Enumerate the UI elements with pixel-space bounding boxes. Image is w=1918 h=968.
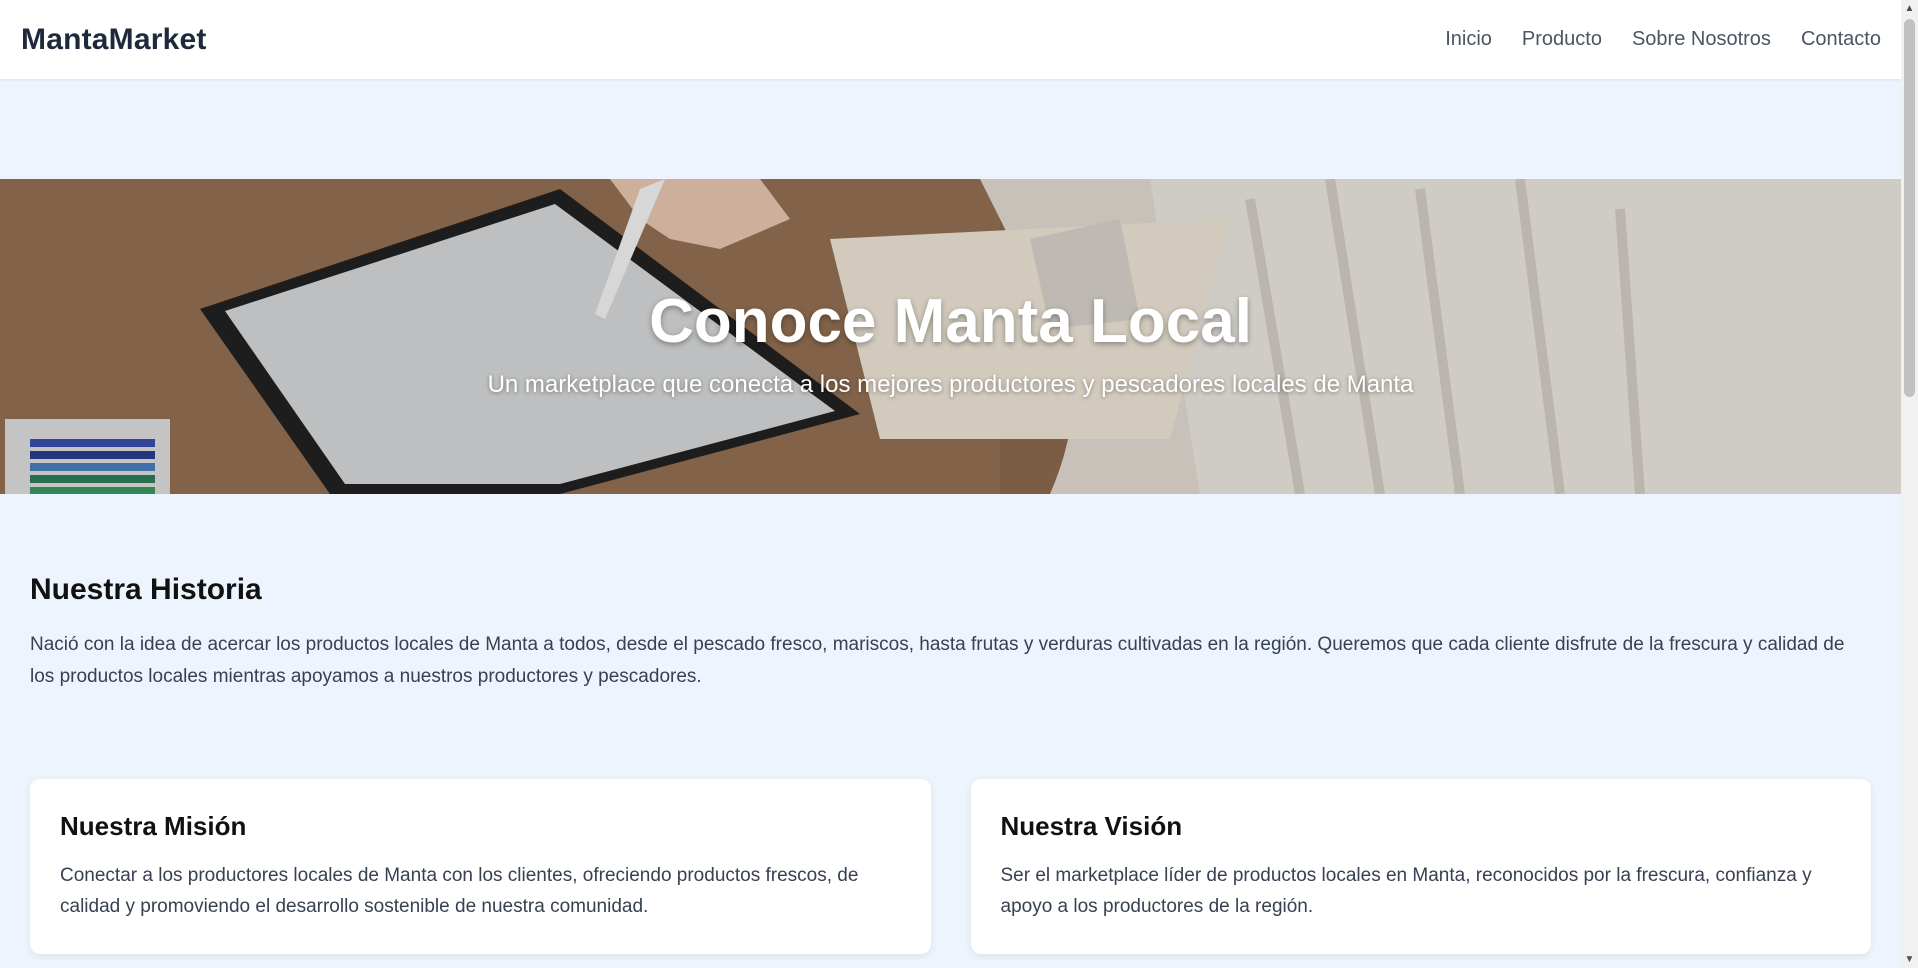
navbar: MantaMarket Inicio Producto Sobre Nosotr… (0, 0, 1901, 79)
vision-card: Nuestra Visión Ser el marketplace líder … (970, 779, 1871, 954)
hero-subtitle: Un marketplace que conecta a los mejores… (487, 370, 1414, 398)
mission-card: Nuestra Misión Conectar a los productore… (30, 779, 931, 954)
history-title: Nuestra Historia (30, 573, 262, 606)
vision-title: Nuestra Visión (1000, 811, 1183, 841)
page: MantaMarket Inicio Producto Sobre Nosotr… (0, 0, 1901, 968)
mission-title: Nuestra Misión (60, 811, 247, 841)
nav-link-inicio[interactable]: Inicio (1445, 28, 1492, 51)
nav-link-sobre-nosotros[interactable]: Sobre Nosotros (1632, 28, 1771, 51)
mission-vision-cards: Nuestra Misión Conectar a los productore… (30, 779, 1871, 954)
scrollbar-thumb[interactable] (1904, 19, 1915, 397)
triangle-up-icon[interactable]: ▲ (1901, 0, 1918, 17)
hero-banner: Conoce Manta Local Un marketplace que co… (0, 179, 1901, 494)
nav-links: Inicio Producto Sobre Nosotros Contacto (1445, 28, 1881, 51)
hero-title: Conoce Manta Local (649, 287, 1252, 357)
vision-text: Ser el marketplace líder de productos lo… (1000, 865, 1812, 917)
vertical-scrollbar[interactable]: ▲ ▼ (1901, 0, 1918, 968)
mission-text: Conectar a los productores locales de Ma… (60, 865, 859, 917)
history-section: Nuestra Historia Nació con la idea de ac… (30, 573, 1870, 693)
hero-content: Conoce Manta Local Un marketplace que co… (0, 179, 1901, 494)
brand-logo[interactable]: MantaMarket (21, 23, 207, 57)
nav-link-producto[interactable]: Producto (1522, 28, 1602, 51)
nav-link-contacto[interactable]: Contacto (1801, 28, 1881, 51)
history-text: Nació con la idea de acercar los product… (30, 634, 1845, 687)
triangle-down-icon[interactable]: ▼ (1901, 951, 1918, 968)
